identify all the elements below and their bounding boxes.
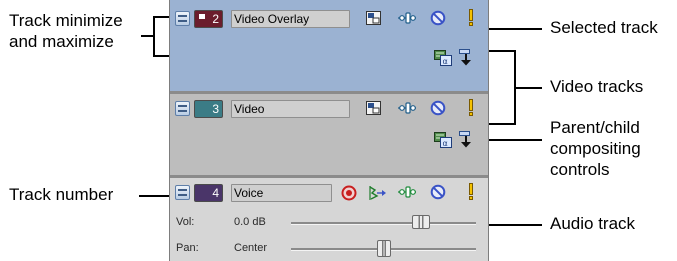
track-minimize-maximize-button[interactable] [175,185,190,200]
callout-line [139,195,172,197]
pan-value: Center [234,242,268,254]
solo-icon[interactable] [467,99,475,116]
callout-audio-track: Audio track [550,214,636,233]
track-number: 2 [212,12,219,26]
make-compositing-child-icon[interactable] [459,131,473,148]
callout-line [153,55,170,57]
track-fx-icon[interactable] [398,12,416,24]
callout-minimize-maximize: Track minimize and maximize [9,10,123,52]
callout-line [153,16,170,18]
track-list-panel: 2 Video Overlay α 3 Video α 4 Voice Vol:… [169,0,489,261]
compositing-mode-icon[interactable]: α [434,50,452,66]
pan-label: Pan: [176,242,199,254]
volume-value: 0.0 dB [234,216,266,228]
volume-label: Vol: [176,216,195,228]
callout-parent-child: Parent/child compositing controls [550,117,641,180]
volume-slider-thumb[interactable] [411,215,430,229]
selected-flag-icon [199,14,205,19]
track-number-badge[interactable]: 4 [194,184,223,202]
track-motion-icon[interactable] [366,101,381,115]
callout-track-number: Track number [9,185,114,204]
callout-line [482,139,542,141]
track-fx-icon[interactable] [398,186,416,198]
callout-parent-child-line2: compositing [550,139,641,158]
arm-record-icon[interactable] [341,185,357,201]
track-name-field[interactable]: Video Overlay [231,10,350,28]
compositing-mode-icon[interactable]: α [434,132,452,148]
track-fx-icon[interactable] [398,102,416,114]
callout-parent-child-line1: Parent/child [550,118,640,137]
svg-text:α: α [443,139,448,148]
track-motion-icon[interactable] [366,11,381,25]
solo-icon[interactable] [467,9,475,26]
track-name-field[interactable]: Video [231,100,350,118]
callout-video-tracks: Video tracks [550,77,644,96]
svg-text:α: α [443,57,448,66]
callout-line [484,28,542,30]
callout-line [489,123,516,125]
callout-selected-track: Selected track [550,18,658,37]
mute-icon[interactable] [430,100,446,116]
track-number: 4 [212,186,219,200]
callout-line [514,87,542,89]
callout-line [489,224,542,226]
volume-slider-track[interactable] [291,222,476,225]
automation-icon[interactable] [368,184,386,202]
track-header-video-overlay[interactable]: 2 Video Overlay α [170,0,488,91]
callout-line [489,50,516,52]
mute-icon[interactable] [430,10,446,26]
track-header-audio[interactable]: 4 Voice Vol: 0.0 dB Pan: Center [170,178,488,261]
track-name-field[interactable]: Voice [231,184,332,202]
make-compositing-child-icon[interactable] [459,49,473,66]
track-minimize-maximize-button[interactable] [175,11,190,26]
callout-minimize-line1: Track minimize [9,11,123,30]
mute-icon[interactable] [430,184,446,200]
track-number: 3 [212,102,219,116]
track-minimize-maximize-button[interactable] [175,101,190,116]
track-number-badge[interactable]: 3 [194,100,223,118]
track-number-badge[interactable]: 2 [194,10,223,28]
solo-icon[interactable] [467,183,475,200]
pan-slider-thumb[interactable] [376,240,391,257]
callout-minimize-line2: and maximize [9,32,114,51]
track-header-video[interactable]: 3 Video α [170,94,488,175]
callout-parent-child-line3: controls [550,160,610,179]
callout-line [141,35,154,37]
